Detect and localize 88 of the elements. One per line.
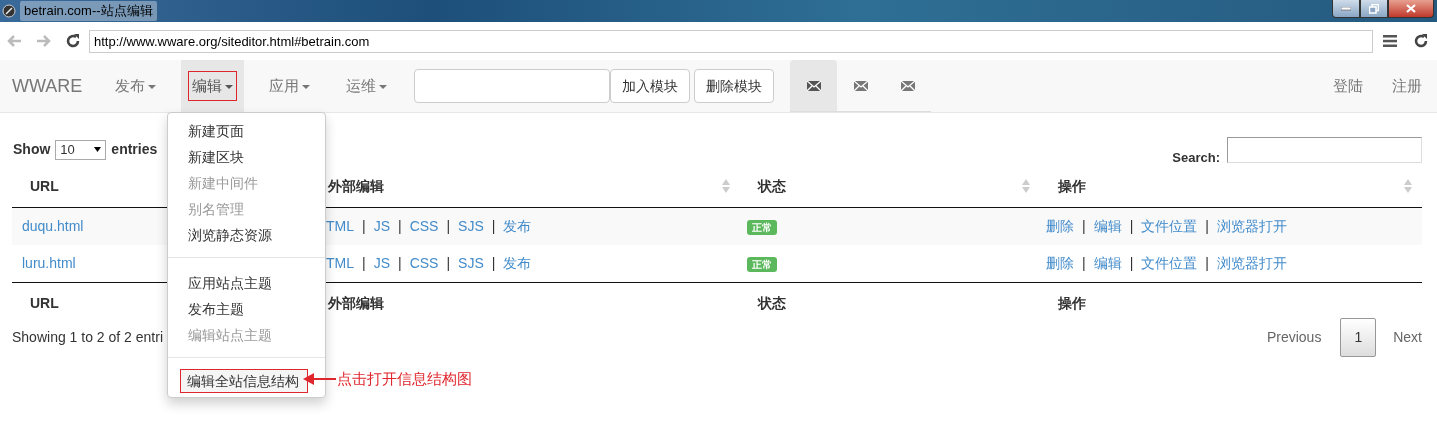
module-input[interactable] (414, 69, 611, 103)
annotation-arrow (303, 373, 336, 386)
separator: | (362, 217, 366, 234)
dropdown-caret-icon (94, 147, 102, 153)
page-length-select[interactable]: 10 (55, 139, 107, 160)
nav-link[interactable]: 注册 (1378, 60, 1437, 112)
dropdown-item[interactable]: 应用站点主题 (168, 270, 325, 296)
column-footer: 操作 (1058, 294, 1086, 311)
separator: | (1129, 254, 1134, 271)
separator: | (491, 217, 496, 234)
edit-link[interactable]: TML (326, 217, 354, 234)
mail-tab[interactable] (790, 60, 838, 112)
close-icon (1406, 4, 1416, 13)
next-link[interactable]: Next (1393, 326, 1422, 348)
edit-link[interactable]: TML (326, 254, 354, 271)
edit-link[interactable]: JS (373, 254, 390, 271)
close-button[interactable] (1388, 0, 1434, 18)
column-header[interactable]: 外部编辑 (328, 177, 384, 194)
nav-menu[interactable]: 编辑 (189, 71, 237, 101)
status-badge: 正常 (747, 256, 777, 272)
annotation-text: 点击打开信息结构图 (337, 369, 472, 389)
page-button[interactable]: 1 (1340, 317, 1377, 357)
edit-link[interactable]: SJS (458, 254, 484, 271)
edit-link[interactable]: SJS (458, 217, 484, 234)
separator: | (362, 254, 366, 271)
separator: | (1082, 254, 1086, 271)
module-button[interactable]: 删除模块 (694, 69, 775, 103)
window-title: betrain.com--站点编辑 (20, 1, 157, 21)
separator: | (398, 254, 402, 271)
minimize-button[interactable] (1332, 0, 1360, 18)
table-info: Showing 1 to 2 of 2 entri (12, 327, 163, 347)
nav-link[interactable]: 登陆 (1319, 60, 1378, 112)
column-header[interactable]: 状态 (758, 177, 786, 194)
restore-button[interactable] (1360, 0, 1388, 18)
action-link[interactable]: 删除 (1046, 254, 1074, 271)
reload-icon[interactable] (1413, 33, 1429, 49)
search-label: Search: (1172, 149, 1220, 167)
separator: | (446, 254, 451, 271)
previous-link[interactable]: Previous (1266, 326, 1322, 348)
entries-label: entries (111, 140, 158, 160)
menu-icon[interactable] (1383, 35, 1397, 47)
action-link[interactable]: 删除 (1046, 217, 1074, 234)
column-header[interactable]: 操作 (1058, 177, 1086, 194)
separator: | (1082, 217, 1086, 234)
dropdown-item[interactable]: 编辑全站信息结构 (181, 370, 307, 392)
brand-logo[interactable]: WWARE (0, 60, 98, 112)
edit-link[interactable]: CSS (409, 254, 439, 271)
separator: | (491, 254, 496, 271)
minimize-icon (1341, 6, 1351, 11)
separator: | (1129, 217, 1134, 234)
edit-link[interactable]: 发布 (503, 217, 532, 234)
search-field[interactable] (1227, 136, 1422, 163)
separator: | (446, 217, 451, 234)
address-field[interactable]: http://www.wware.org/siteditor.html#betrain.com (89, 29, 1373, 53)
column-footer: 状态 (758, 294, 786, 311)
reload-icon[interactable] (65, 33, 81, 49)
action-link[interactable]: 文件位置 (1141, 254, 1198, 271)
edit-link[interactable]: CSS (409, 217, 439, 234)
dropdown-item[interactable]: 新建页面 (168, 118, 325, 144)
status-badge: 正常 (747, 219, 777, 235)
column-footer: 外部编辑 (328, 294, 384, 311)
action-link[interactable]: 浏览器打开 (1216, 254, 1287, 271)
action-link[interactable]: 文件位置 (1141, 217, 1198, 234)
separator: | (1205, 217, 1209, 234)
nav-menu[interactable]: 发布 (112, 71, 160, 101)
dropdown-item[interactable]: 发布主题 (168, 296, 325, 322)
url-link[interactable]: duqu.html (22, 217, 84, 234)
restore-icon (1369, 3, 1379, 14)
url-link[interactable]: luru.html (22, 254, 76, 271)
separator: | (1205, 254, 1209, 271)
mail-icon (853, 80, 868, 91)
mail-icon (806, 80, 821, 91)
action-link[interactable]: 编辑 (1093, 254, 1122, 271)
action-link[interactable]: 编辑 (1093, 217, 1122, 234)
separator: | (398, 217, 402, 234)
edit-link[interactable]: 发布 (503, 254, 532, 271)
nav-menu[interactable]: 应用 (266, 71, 314, 101)
action-link[interactable]: 浏览器打开 (1216, 217, 1287, 234)
dropdown-item[interactable]: 新建区块 (168, 144, 325, 170)
nav-menu[interactable]: 运维 (343, 71, 391, 101)
mail-icon (900, 80, 915, 91)
module-button[interactable]: 加入模块 (610, 69, 691, 103)
dropdown-item[interactable]: 浏览静态资源 (168, 222, 325, 248)
column-footer: URL (30, 294, 59, 311)
column-header[interactable]: URL (30, 177, 59, 194)
edit-link[interactable]: JS (373, 217, 390, 234)
show-label: Show (13, 140, 51, 160)
app-icon (2, 4, 16, 18)
